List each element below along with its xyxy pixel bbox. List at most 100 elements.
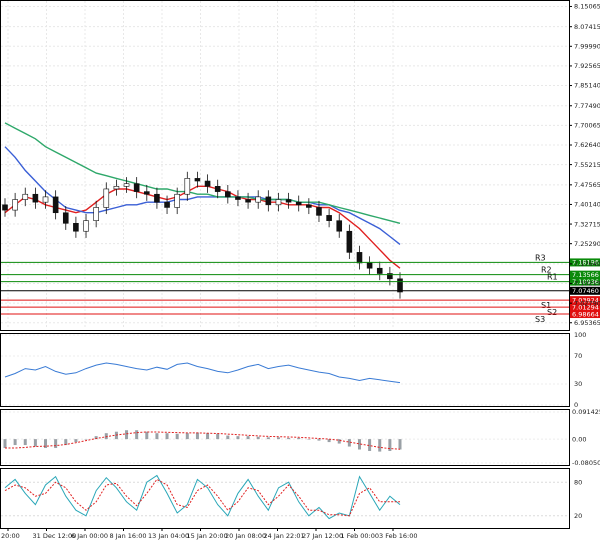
- macd-bar: [13, 439, 17, 446]
- candle-body: [12, 199, 18, 211]
- macd-bar: [135, 430, 139, 440]
- time-tick-label: 24 Jan 22:01: [264, 532, 305, 540]
- macd-bar: [54, 439, 58, 449]
- macd-bar: [337, 439, 341, 444]
- stochastic-scale: 80 20: [574, 478, 582, 520]
- candle-body: [174, 193, 180, 208]
- macd-bar: [74, 439, 78, 443]
- macd-bar: [165, 433, 169, 440]
- price-tick-label: 7.92565: [574, 62, 600, 70]
- candle-body: [22, 193, 29, 200]
- price-tick-label: 7.32715: [574, 220, 600, 228]
- candle-body: [204, 180, 211, 187]
- macd-bar: [206, 433, 210, 440]
- pivot-level-price: 7.07460: [572, 287, 599, 295]
- rsi-panel: 10070300: [0, 331, 586, 409]
- pivot-level-label: S3: [535, 315, 545, 324]
- candle-body: [295, 201, 302, 206]
- time-tick-label: 13 Jan 04:00: [148, 532, 189, 540]
- macd-bar: [388, 439, 392, 451]
- macd-bar: [236, 436, 240, 440]
- time-tick-label: 15 Jan 20:00: [187, 532, 228, 540]
- rsi-panel-frame: [0, 333, 570, 407]
- candle-body: [316, 207, 322, 216]
- candle-body: [366, 262, 373, 269]
- rsi-tick-label: 100: [574, 331, 586, 339]
- candle-body: [376, 267, 383, 274]
- price-tick-label: 7.02790: [574, 299, 600, 307]
- candle-body: [2, 204, 8, 211]
- candle-body: [397, 278, 403, 293]
- macd-bar: [216, 433, 220, 440]
- macd-tick-label: 0.00: [572, 435, 586, 443]
- candle-body: [52, 196, 59, 214]
- macd-tick-label: -0.080506: [572, 459, 600, 467]
- pivot-level-label: R1: [547, 273, 558, 282]
- macd-bar: [256, 436, 260, 440]
- candle-body: [154, 193, 160, 203]
- price-tick-label: 7.77490: [574, 102, 600, 110]
- time-tick-label: 3 Feb 16:00: [379, 532, 418, 540]
- macd-bar: [33, 439, 37, 447]
- pivot-level-label: S2: [547, 308, 557, 317]
- candle-body: [356, 252, 363, 264]
- macd-bar: [378, 439, 382, 452]
- macd-bar: [84, 439, 88, 440]
- candle-body: [184, 178, 191, 195]
- macd-bar: [195, 432, 199, 440]
- candle-body: [103, 188, 110, 208]
- macd-bar: [145, 431, 149, 440]
- price-tick-label: 7.25290: [574, 240, 600, 248]
- stochastic-tick-label: 80: [574, 478, 582, 486]
- price-tick-label: 6.95365: [574, 319, 600, 327]
- price-tick-label: 7.40140: [574, 201, 600, 209]
- time-axis: 20:00 31 Dec 12:006 Jan 00:00 8 Jan 16:00 1…: [1, 528, 418, 540]
- macd-tick-label: 0.091425: [572, 408, 600, 416]
- candle-body: [275, 199, 282, 206]
- macd-bar: [125, 430, 129, 440]
- price-tick-label: 7.85140: [574, 82, 600, 90]
- candle-body: [336, 220, 343, 232]
- pivot-level-label: R3: [535, 253, 546, 262]
- price-panel: 7.18196R37.13566R27.10936R17.074607.0392…: [0, 0, 600, 331]
- macd-bar: [23, 439, 27, 446]
- macd-panel: 0.091425 0.00 -0.080506: [0, 408, 600, 467]
- candle-body: [73, 223, 79, 232]
- candle-body: [143, 191, 150, 195]
- macd-bar: [266, 437, 270, 440]
- stochastic-tick-label: 20: [574, 512, 582, 520]
- macd-bar: [297, 437, 301, 440]
- candle-body: [83, 220, 89, 232]
- rsi-scale: 10070300: [574, 331, 586, 409]
- price-panel-frame: [0, 0, 570, 331]
- rsi-tick-label: 70: [574, 352, 582, 360]
- macd-panel-frame: [0, 409, 570, 466]
- macd-bar: [317, 439, 321, 441]
- macd-bar: [155, 433, 159, 440]
- macd-bar: [175, 433, 179, 440]
- macd-bar: [307, 439, 311, 440]
- price-tick-label: 7.10215: [574, 280, 600, 288]
- time-tick-label: 8 Jan 16:00: [110, 532, 147, 540]
- price-tick-label: 7.47565: [574, 181, 600, 189]
- price-tick-label: 8.07415: [574, 23, 600, 31]
- time-tick-label: 20 Jan 08:00: [225, 532, 266, 540]
- candle-body: [245, 199, 251, 203]
- stochastic-panel: 80 20: [0, 468, 582, 529]
- candle-body: [346, 230, 353, 253]
- macd-bar: [276, 437, 280, 440]
- price-tick-label: 7.55215: [574, 161, 600, 169]
- time-tick-label: 20:00: [1, 532, 20, 540]
- candle-body: [164, 201, 170, 208]
- macd-bar: [347, 439, 351, 447]
- time-tick-label: 1 Feb 00:00: [341, 532, 380, 540]
- candle-body: [42, 196, 49, 203]
- price-tick-label: 7.99990: [574, 43, 600, 51]
- candle-body: [32, 193, 39, 203]
- candle-body: [225, 191, 231, 198]
- macd-bar: [246, 436, 250, 440]
- candle-body: [214, 186, 221, 192]
- macd-bar: [226, 435, 230, 440]
- candle-body: [235, 196, 241, 200]
- time-tick-label: 27 Jan 12:00: [302, 532, 343, 540]
